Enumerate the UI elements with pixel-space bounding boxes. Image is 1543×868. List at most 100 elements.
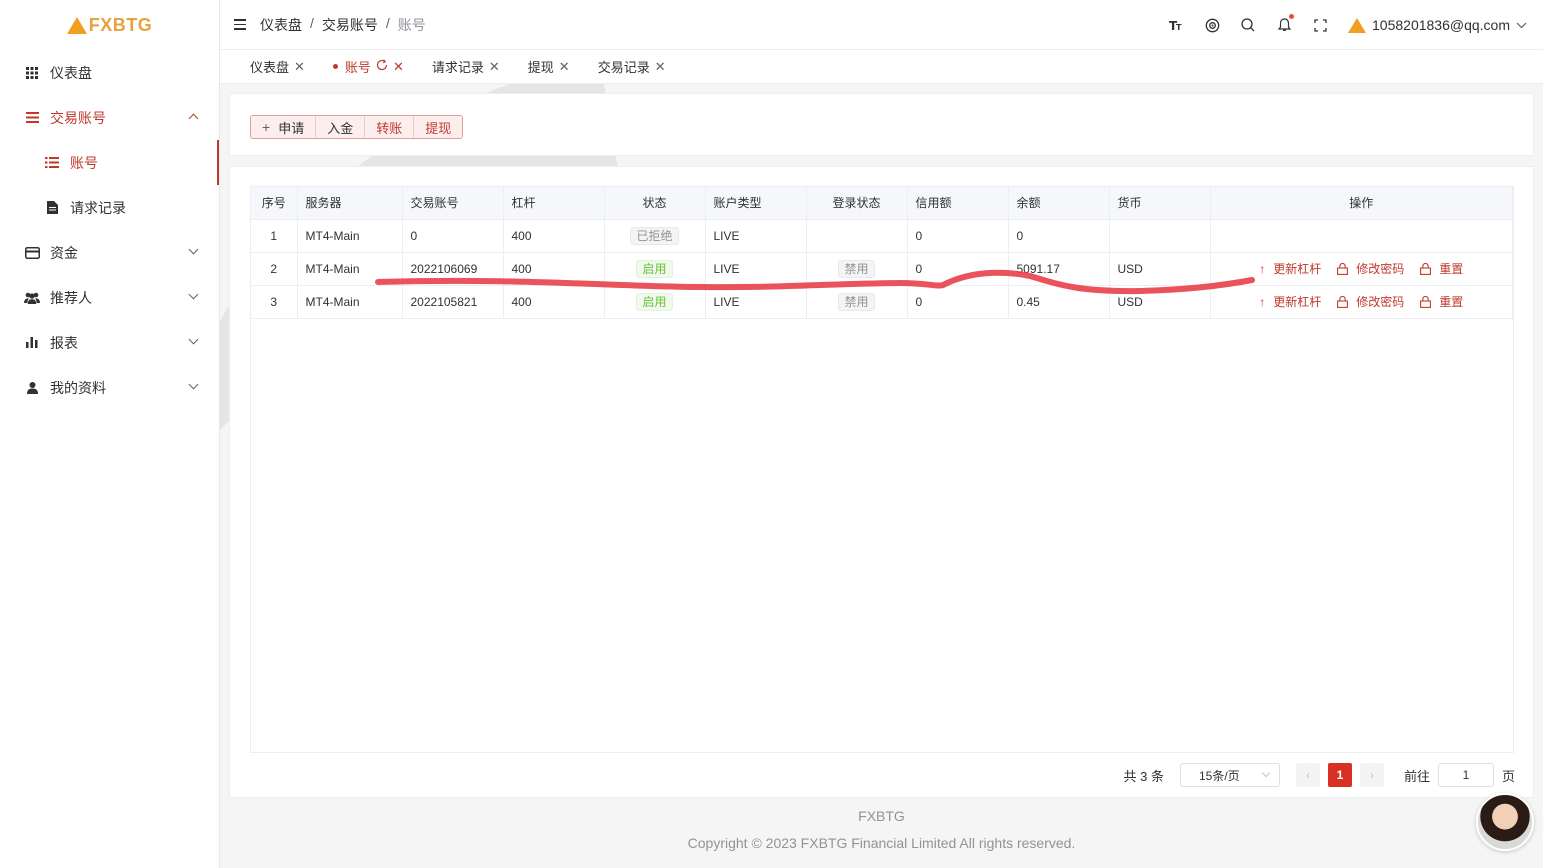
column-header: 余额 [1008,187,1110,220]
accounts-table: 序号 服务器 交易账号 杠杆 状态 账户类型 登录状态 信用额 余额 货币 操作… [250,186,1514,753]
bell-icon[interactable] [1276,14,1295,33]
sidebar-item-referrer[interactable]: 推荐人 [0,275,219,320]
reset-link[interactable]: 重置 [1420,260,1463,277]
sidebar-item-label: 请求记录 [70,199,126,216]
status-badge: 启用 [636,292,673,311]
brand-logo[interactable]: FXBTG [0,0,219,50]
login-status-badge: 禁用 [838,292,875,311]
button-label: 提现 [425,120,452,136]
prev-page-button[interactable]: ‹ [1295,763,1320,787]
close-icon[interactable]: ✕ [489,59,500,75]
footer-brand: FXBTG [858,808,905,824]
pagination-total: 共 3 条 [1123,768,1164,784]
op-label: 重置 [1439,262,1464,276]
arrow-up-icon: ↑ [1259,261,1266,276]
status-badge: 已拒绝 [630,226,679,245]
cell-currency: USD [1109,285,1211,319]
change-password-link[interactable]: 修改密码 [1337,293,1404,310]
tab-request-records[interactable]: 请求记录 ✕ [424,50,508,84]
cell-server: MT4-Main [297,219,403,253]
lock-icon [1420,295,1432,308]
notification-dot [1289,14,1295,19]
hamburger-icon[interactable] [234,19,246,30]
sidebar-item-dashboard[interactable]: 仪表盘 [0,50,219,95]
reset-link[interactable]: 重置 [1420,293,1463,310]
close-icon[interactable]: ✕ [393,59,404,75]
close-icon[interactable]: ✕ [559,59,570,75]
goto-page-input[interactable]: 1 [1437,763,1494,787]
tab-withdraw[interactable]: 提现 ✕ [520,50,578,84]
grid-icon [24,65,40,81]
op-label: 修改密码 [1356,295,1405,309]
user-avatar-icon [1348,17,1367,33]
current-page-button[interactable]: 1 [1327,763,1352,787]
cell-balance: 0.45 [1008,285,1110,319]
table-row: 1 MT4-Main 0 400 已拒绝 LIVE 0 0 [251,219,1513,253]
cell-login-status [806,219,908,253]
page-size-select[interactable]: 15条/页 [1179,763,1280,787]
apply-button[interactable]: + 申请 [251,116,317,138]
sidebar-item-account[interactable]: 账号 [0,140,219,185]
cell-type: LIVE [705,219,807,253]
refresh-icon[interactable] [376,59,388,74]
sidebar-item-label: 推荐人 [50,289,92,306]
update-leverage-link[interactable]: ↑ 更新杠杆 [1259,293,1321,310]
transfer-button[interactable]: 转账 [365,116,415,138]
tab-account[interactable]: 账号 ✕ [325,50,412,84]
fullscreen-icon[interactable] [1312,17,1328,33]
active-dot-icon [332,64,338,69]
cell-account: 2022105821 [402,285,504,319]
sidebar-item-funds[interactable]: 资金 [0,230,219,275]
target-icon[interactable] [1204,17,1220,33]
op-label: 更新杠杆 [1273,262,1322,276]
search-icon[interactable] [1240,17,1256,33]
sidebar-item-label: 仪表盘 [50,64,92,81]
users-icon [24,290,40,306]
column-header: 信用额 [907,187,1009,220]
column-header: 杠杆 [503,187,605,220]
sidebar: FXBTG 仪表盘 交易账号 账号 请求记录 资金 推荐人 报表 我的资料 [0,0,220,868]
pagination: 共 3 条 15条/页 ‹ 1 › 前往 1 页 [1123,763,1515,787]
column-header: 序号 [251,187,298,220]
sidebar-item-trading-accounts[interactable]: 交易账号 [0,95,219,140]
cell-account: 2022106069 [402,252,504,286]
cell-credit: 0 [907,219,1009,253]
button-label: 入金 [327,120,354,136]
table-row: 2 MT4-Main 2022106069 400 启用 LIVE 禁用 0 5… [251,252,1513,286]
breadcrumb-item[interactable]: 交易账号 [322,15,378,35]
cell-leverage: 400 [503,285,605,319]
sidebar-item-reports[interactable]: 报表 [0,320,219,365]
toolbar-card: + 申请 入金 转账 提现 [229,93,1534,156]
close-icon[interactable]: ✕ [294,59,305,75]
close-icon[interactable]: ✕ [655,59,666,75]
sidebar-item-my-profile[interactable]: 我的资料 [0,365,219,410]
lock-icon [1337,262,1349,275]
tab-dashboard[interactable]: 仪表盘 ✕ [242,50,313,84]
chevron-down-icon [188,244,199,255]
tab-trade-records[interactable]: 交易记录 ✕ [590,50,674,84]
column-header: 交易账号 [402,187,504,220]
chevron-down-icon [188,379,199,390]
op-label: 修改密码 [1356,262,1405,276]
user-menu[interactable]: 1058201836@qq.com [1348,17,1527,33]
cell-credit: 0 [907,285,1009,319]
lock-icon [1337,295,1349,308]
action-button-group: + 申请 入金 转账 提现 [250,115,464,139]
deposit-button[interactable]: 入金 [316,116,366,138]
update-leverage-link[interactable]: ↑ 更新杠杆 [1259,260,1321,277]
next-page-button[interactable]: › [1359,763,1384,787]
breadcrumb-item[interactable]: 仪表盘 [260,15,302,35]
support-avatar[interactable] [1476,793,1534,851]
sidebar-item-label: 资金 [50,244,78,261]
sidebar-item-label: 报表 [50,334,78,351]
breadcrumb-separator: / [385,14,390,31]
font-size-icon[interactable]: TT [1168,17,1184,33]
breadcrumb-current: 账号 [397,16,426,33]
withdraw-button[interactable]: 提现 [414,116,463,138]
change-password-link[interactable]: 修改密码 [1337,260,1404,277]
chevron-down-icon [188,334,199,345]
sidebar-item-request-records[interactable]: 请求记录 [0,185,219,230]
cell-type: LIVE [705,252,807,286]
cell-server: MT4-Main [297,285,403,319]
svg-text:T: T [1176,23,1182,31]
